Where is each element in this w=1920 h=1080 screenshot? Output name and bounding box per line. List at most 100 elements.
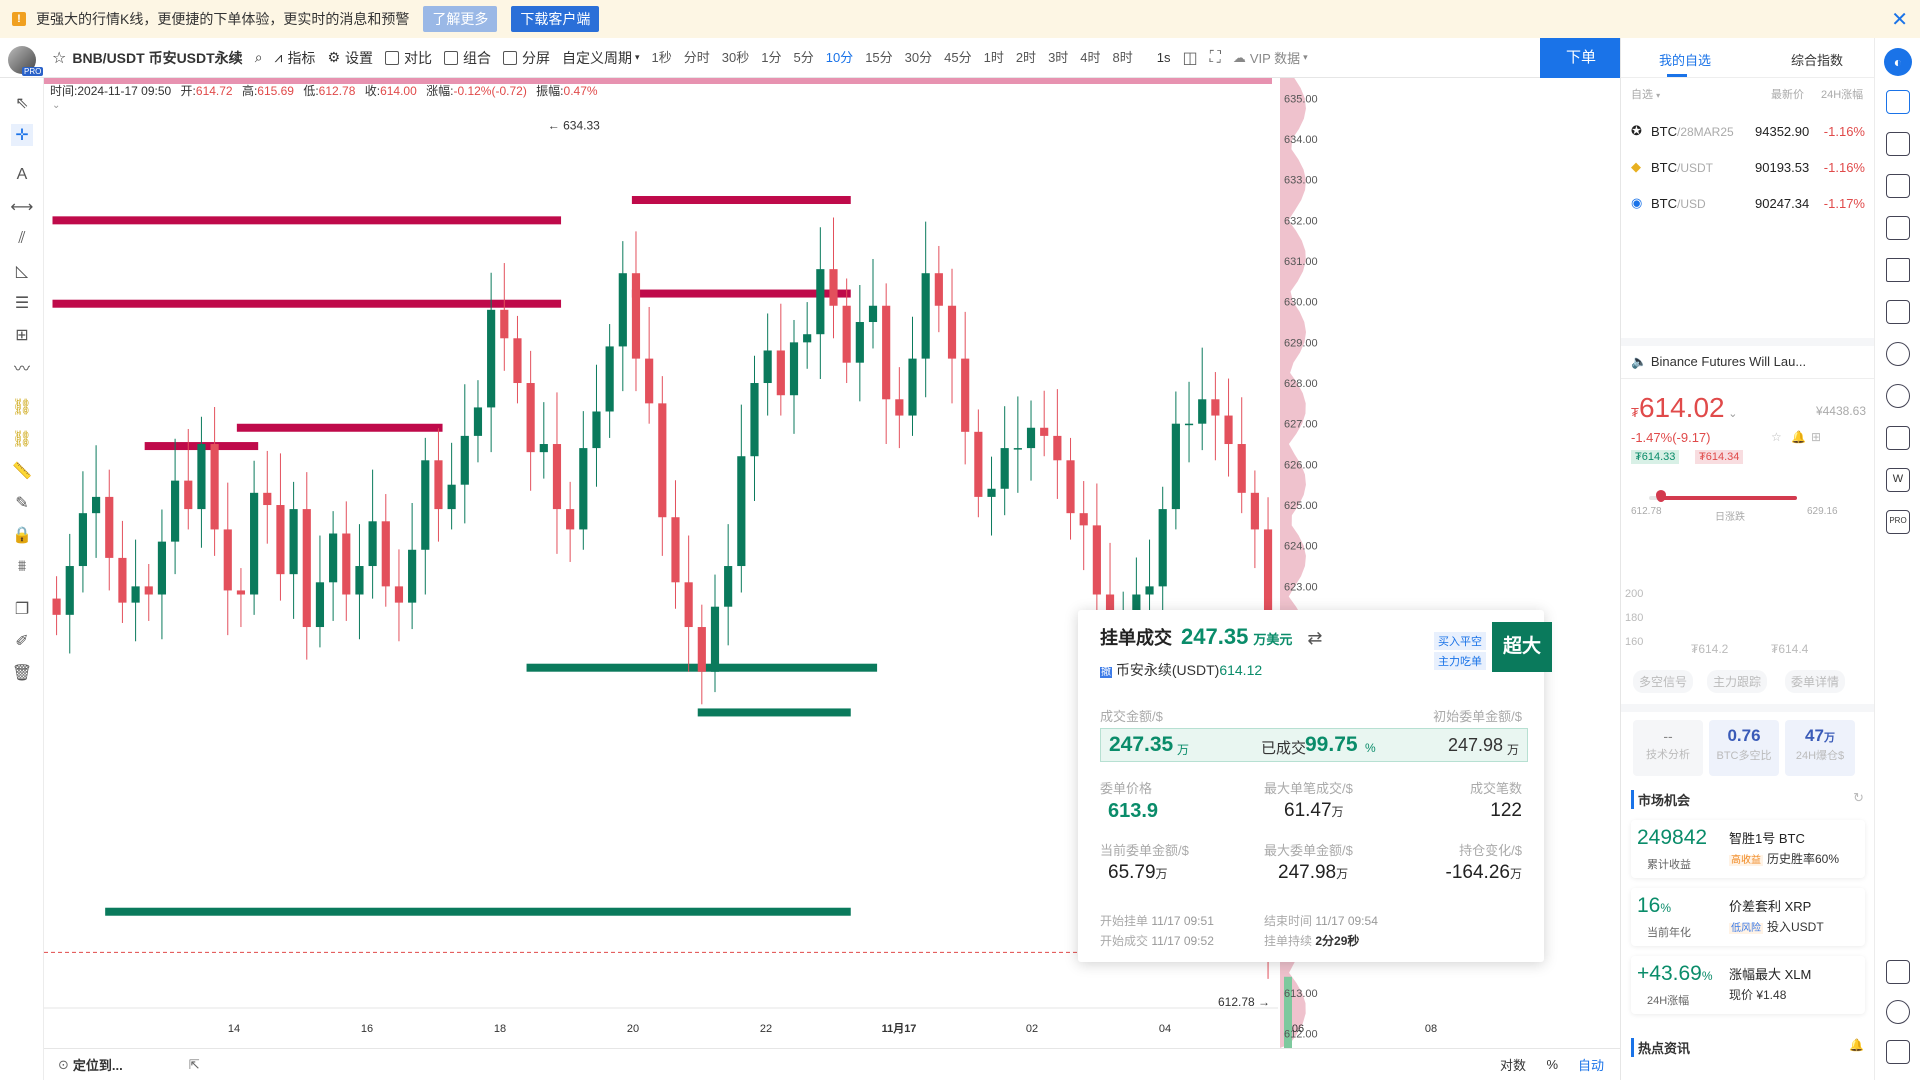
chevron-down-icon[interactable]: ⌄: [1728, 408, 1737, 420]
magnet-icon[interactable]: ⩩: [11, 556, 33, 578]
period-tab-5[interactable]: 10分: [820, 38, 859, 78]
custom-period-dropdown[interactable]: 自定义周期 ▾: [556, 38, 646, 78]
long-short-signal-button[interactable]: 多空信号: [1633, 670, 1694, 693]
vip-data-button[interactable]: ☁ VIP 数据 ▾: [1227, 38, 1314, 78]
period-tab-11[interactable]: 3时: [1042, 38, 1074, 78]
news-icon[interactable]: [1886, 174, 1910, 198]
text-tool-icon[interactable]: A: [11, 164, 33, 186]
liquidation-card[interactable]: 47万 24H爆仓$: [1785, 720, 1855, 776]
watchlist-row[interactable]: ✪ BTC/28MAR25 94352.90 -1.16%: [1621, 116, 1875, 146]
triangle-tool-icon[interactable]: ◺: [11, 260, 33, 282]
edit-list-icon[interactable]: ✐: [11, 630, 33, 652]
crosshair-icon[interactable]: ✛: [11, 124, 33, 146]
w-icon[interactable]: W: [1886, 468, 1910, 492]
download-icon[interactable]: [1886, 960, 1910, 984]
compare-button[interactable]: 对比: [379, 38, 438, 78]
external-link-icon[interactable]: ⇱: [189, 1057, 200, 1073]
whale-tracking-button[interactable]: 主力跟踪: [1707, 670, 1768, 693]
current-price: 614.02: [1638, 392, 1725, 423]
percent-scale-toggle[interactable]: %: [1546, 1057, 1558, 1072]
split-screen-button[interactable]: 分屏: [497, 38, 556, 78]
amplitude-value: 0.47%: [563, 84, 598, 98]
btc-long-short-card[interactable]: 0.76 BTC多空比: [1709, 720, 1779, 776]
pattern-2-icon[interactable]: ⛓: [11, 428, 33, 450]
period-tab-9[interactable]: 1时: [978, 38, 1010, 78]
fullscreen-icon[interactable]: ⛶: [1204, 38, 1227, 78]
trend-line-icon[interactable]: ⫽: [11, 228, 33, 250]
trash-icon[interactable]: 🗑: [11, 662, 33, 684]
camera-icon[interactable]: ◫: [1177, 38, 1204, 78]
period-tab-1[interactable]: 分时: [678, 38, 716, 78]
tab-watchlist[interactable]: 我的自选: [1659, 50, 1711, 69]
pen-icon[interactable]: ✎: [11, 492, 33, 514]
bar-chart-icon[interactable]: [1886, 258, 1910, 282]
log-scale-toggle[interactable]: 对数: [1500, 1055, 1526, 1074]
qr-code-icon[interactable]: [1886, 1040, 1910, 1064]
grid-tool-icon[interactable]: ⊞: [11, 324, 33, 346]
ruler-icon[interactable]: 📏: [11, 460, 33, 482]
period-tab-12[interactable]: 4时: [1074, 38, 1106, 78]
opportunity-card[interactable]: 249842 累计收益 智胜1号 BTC 高收益 历史胜率60%: [1631, 820, 1865, 878]
indicators-button[interactable]: ⩘ 指标: [269, 38, 322, 78]
news-ticker[interactable]: 🔈 Binance Futures Will Lau...: [1631, 354, 1806, 370]
fib-lines-icon[interactable]: ☰: [11, 292, 33, 314]
clock-icon[interactable]: [1886, 342, 1910, 366]
swap-icon[interactable]: ⇄: [1307, 628, 1322, 648]
locate-to-button[interactable]: 定位到...: [73, 1055, 123, 1074]
auto-scale-toggle[interactable]: 自动: [1578, 1055, 1604, 1074]
cursor-arrow-icon[interactable]: ⇖: [11, 92, 33, 114]
star-icon[interactable]: ☆: [52, 48, 66, 68]
period-tab-3[interactable]: 1分: [755, 38, 787, 78]
period-tab-7[interactable]: 30分: [899, 38, 938, 78]
period-1s-toggle[interactable]: 1s: [1151, 38, 1177, 78]
watchlist-row[interactable]: ◉ BTC/USD 90247.34 -1.17%: [1621, 188, 1875, 218]
period-tab-10[interactable]: 2时: [1010, 38, 1042, 78]
search-icon[interactable]: ⌕: [255, 49, 263, 66]
symbol-selector[interactable]: ☆ BNB/USDT 币安USDT永续 ⌕: [46, 38, 269, 78]
pro-icon[interactable]: PRO: [1886, 510, 1910, 534]
close-icon[interactable]: ✕: [1891, 7, 1908, 32]
checklist-icon[interactable]: [1886, 216, 1910, 240]
add-window-icon[interactable]: [1886, 300, 1910, 324]
location-icon: ⊙: [58, 1056, 69, 1072]
watchlist-icon[interactable]: [1886, 90, 1910, 114]
lock-icon[interactable]: 🔒: [11, 524, 33, 546]
settings-button[interactable]: ⚙ 设置: [321, 38, 379, 78]
download-client-button[interactable]: 下载客户端: [511, 6, 600, 32]
headset-icon[interactable]: [1886, 1000, 1910, 1024]
tech-analysis-card[interactable]: -- 技术分析: [1633, 720, 1703, 776]
watch-col-label[interactable]: 自选: [1631, 89, 1653, 101]
tab-composite-index[interactable]: 综合指数: [1791, 50, 1843, 69]
copy-icon[interactable]: ❐: [11, 598, 33, 620]
document-icon[interactable]: [1886, 426, 1910, 450]
start-order-row: 开始挂单 11/17 09:51: [1100, 912, 1214, 929]
period-tab-6[interactable]: 15分: [859, 38, 898, 78]
learn-more-button[interactable]: 了解更多: [423, 6, 498, 32]
period-tab-0[interactable]: 1秒: [646, 38, 678, 78]
bell-icon[interactable]: 🔔: [1791, 430, 1806, 444]
combo-button[interactable]: 组合: [438, 38, 497, 78]
horizontal-line-icon[interactable]: ⟷: [11, 196, 34, 218]
compass-icon[interactable]: [1886, 384, 1910, 408]
collapse-icon[interactable]: ⌄: [52, 100, 60, 111]
bell-icon[interactable]: 🔔: [1849, 1038, 1864, 1052]
range-high: 629.16: [1807, 506, 1838, 517]
opportunity-card[interactable]: 16% 当前年化 价差套利 XRP 低风险 投入USDT: [1631, 888, 1865, 946]
expand-icon[interactable]: ⊞: [1811, 430, 1821, 444]
period-tab-2[interactable]: 30秒: [716, 38, 755, 78]
refresh-icon[interactable]: ↻: [1853, 790, 1864, 806]
order-detail-button[interactable]: 委单详情: [1785, 670, 1846, 693]
change-label: 涨幅:: [426, 84, 454, 98]
period-tab-13[interactable]: 8时: [1107, 38, 1139, 78]
star-icon[interactable]: ☆: [1771, 430, 1782, 444]
pattern-icon[interactable]: ⛓: [11, 396, 33, 418]
opportunity-card[interactable]: +43.69% 24H涨幅 涨幅最大 XLM 现价 ¥1.48: [1631, 956, 1865, 1014]
wave-tool-icon[interactable]: 〰: [11, 356, 33, 378]
period-tab-8[interactable]: 45分: [938, 38, 977, 78]
period-tab-4[interactable]: 5分: [787, 38, 819, 78]
watchlist-row[interactable]: ◆ BTC/USDT 90193.53 -1.16%: [1621, 152, 1875, 182]
trade-icon[interactable]: [1886, 132, 1910, 156]
candle-body-47: [671, 517, 680, 583]
place-order-button[interactable]: 下单: [1540, 38, 1622, 78]
app-logo-icon[interactable]: ◐: [1884, 48, 1912, 76]
